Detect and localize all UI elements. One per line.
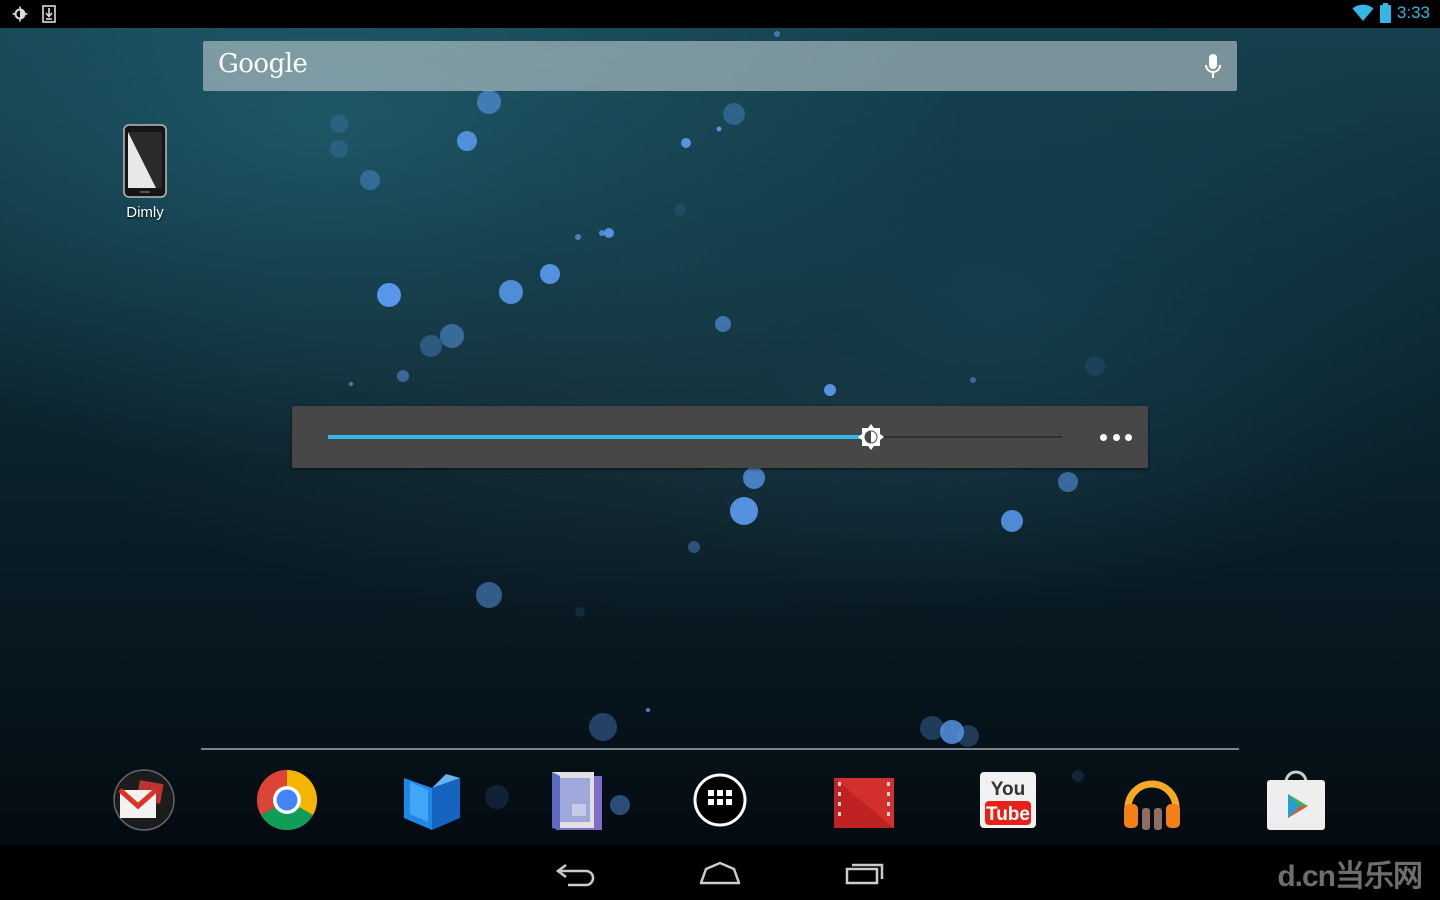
dock-divider bbox=[201, 748, 1239, 750]
wifi-icon bbox=[1352, 4, 1374, 21]
play-music-icon[interactable] bbox=[1120, 768, 1184, 832]
watermark-logo: d.cn当乐网 bbox=[1277, 860, 1423, 893]
status-bar[interactable]: 3:33 bbox=[0, 0, 1440, 28]
brightness-slider-fill bbox=[328, 435, 872, 439]
gmail-icon[interactable] bbox=[112, 768, 176, 832]
hotseat-dock: You Tube bbox=[0, 760, 1440, 844]
chrome-icon[interactable] bbox=[255, 768, 319, 832]
mic-icon[interactable] bbox=[1203, 53, 1223, 79]
more-dots-icon[interactable] bbox=[1100, 424, 1132, 450]
dimly-label: Dimly bbox=[126, 204, 164, 221]
app-drawer-icon[interactable] bbox=[688, 768, 752, 832]
play-store-icon[interactable] bbox=[1264, 768, 1328, 832]
clock: 3:33 bbox=[1396, 3, 1430, 22]
play-books-icon[interactable] bbox=[400, 768, 464, 832]
navigation-bar: d.cn当乐网 bbox=[0, 845, 1440, 900]
dimly-app-icon bbox=[123, 124, 167, 198]
back-icon[interactable] bbox=[554, 859, 598, 887]
youtube-icon[interactable]: You Tube bbox=[976, 768, 1040, 832]
brightness-slider[interactable] bbox=[328, 424, 1062, 450]
battery-icon bbox=[1379, 3, 1391, 23]
play-movies-icon[interactable] bbox=[832, 768, 896, 832]
brightness-widget bbox=[292, 406, 1148, 468]
google-logo-text: Google bbox=[218, 49, 308, 79]
play-magazines-icon[interactable] bbox=[544, 768, 608, 832]
youtube-text-bottom: Tube bbox=[986, 804, 1030, 825]
dimly-shortcut[interactable]: Dimly bbox=[110, 124, 180, 221]
system-icons: 3:33 bbox=[1352, 3, 1430, 23]
brightness-icon bbox=[12, 6, 28, 22]
brightness-icon[interactable] bbox=[858, 424, 885, 450]
youtube-tile: You Tube bbox=[980, 772, 1036, 828]
home-icon[interactable] bbox=[698, 859, 742, 887]
notification-icons bbox=[12, 5, 56, 23]
download-icon bbox=[42, 5, 56, 23]
google-search-bar[interactable]: Google bbox=[203, 41, 1237, 91]
recents-icon[interactable] bbox=[842, 859, 886, 887]
youtube-text-top: You bbox=[991, 779, 1025, 800]
